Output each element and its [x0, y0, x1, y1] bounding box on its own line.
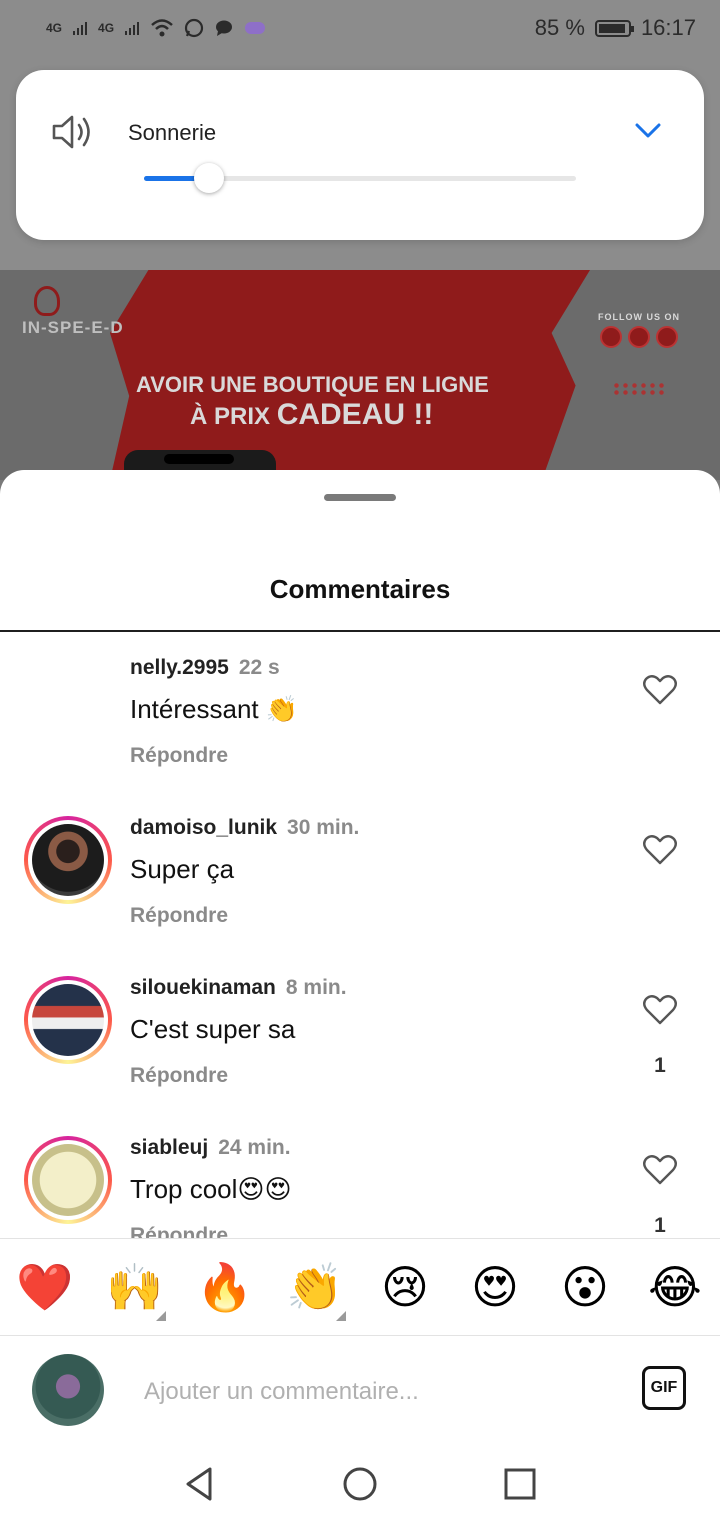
heart-icon[interactable] [642, 994, 678, 1026]
reaction-heart[interactable]: ❤️ [0, 1260, 90, 1315]
gif-button[interactable]: GIF [642, 1366, 686, 1410]
speaker-icon[interactable] [52, 114, 94, 150]
clock: 16:17 [640, 15, 696, 40]
comment-text: C'est super sa [130, 1014, 296, 1044]
avatar-image [32, 1144, 104, 1216]
volume-label: Sonnerie [128, 120, 217, 145]
avatar-ring-gap [28, 1140, 108, 1220]
reply-button[interactable]: Répondre [130, 744, 228, 768]
reaction-surprised[interactable]: 😮 [540, 1260, 630, 1314]
ad-social-icons [600, 326, 678, 348]
system-nav-bar [0, 1446, 720, 1520]
comment-text: Trop cool😍😍 [130, 1174, 292, 1204]
avatar[interactable] [24, 976, 112, 1064]
list-item: silouekinaman 8 min. C'est super sa Répon… [0, 952, 720, 1112]
reply-button[interactable]: Répondre [130, 904, 228, 928]
avatar [32, 1354, 104, 1426]
ad-headline-2: À PRIX CADEAU !! [190, 398, 433, 432]
reaction-bar: ❤️ 🙌 🔥 👏 😢 😍 😮 😂 [0, 1238, 720, 1336]
network-indicator-1: 4G [46, 21, 63, 35]
avatar-ring-gap [28, 980, 108, 1060]
avatar-image [32, 824, 104, 896]
comment-header: damoiso_lunik 30 min. [130, 816, 359, 840]
comment-username[interactable]: silouekinaman [130, 976, 276, 999]
comment-text: Intéressant 👏 [130, 694, 299, 724]
reply-button[interactable]: Répondre [130, 1224, 228, 1238]
comment-username[interactable]: siableuj [130, 1136, 208, 1159]
signal-icon [125, 22, 140, 35]
reaction-crying[interactable]: 😢 [360, 1260, 450, 1314]
comments-sheet: Commentaires nelly.2995 22 s Intéressant … [0, 470, 720, 1520]
list-item: siableuj 24 min. Trop cool😍😍 Répondre 1 [0, 1112, 720, 1238]
comment-username[interactable]: nelly.2995 [130, 656, 229, 679]
reaction-laughing[interactable]: 😂 [630, 1260, 720, 1314]
avatar-ring-gap [28, 820, 108, 900]
avatar[interactable] [24, 1136, 112, 1224]
reaction-fire[interactable]: 🔥 [180, 1260, 270, 1315]
whatsapp-icon [184, 18, 204, 38]
status-icons: 4G 4G [46, 18, 266, 38]
drag-handle[interactable] [324, 494, 396, 501]
list-item: damoiso_lunik 30 min. Super ça Répondre [0, 792, 720, 952]
comment-composer: GIF [0, 1336, 720, 1446]
wifi-icon [151, 19, 173, 37]
bulb-icon [34, 286, 60, 316]
avatar[interactable] [24, 816, 112, 904]
twitter-icon [628, 326, 650, 348]
comment-time: 30 min. [287, 816, 360, 839]
facebook-icon [600, 326, 622, 348]
battery-percent: 85 % [534, 15, 585, 40]
volume-slider-thumb[interactable] [193, 163, 224, 193]
avatar-image [32, 984, 104, 1056]
instagram-icon [656, 326, 678, 348]
ad-dots-decoration [612, 382, 668, 396]
reply-button[interactable]: Répondre [130, 1064, 228, 1088]
ad-headline-1: AVOIR UNE BOUTIQUE EN LIGNE [136, 372, 489, 397]
reaction-raised-hands-glyph: 🙌 [106, 1259, 164, 1314]
reaction-clap[interactable]: 👏 [270, 1259, 360, 1321]
reaction-heart-eyes[interactable]: 😍 [450, 1260, 540, 1314]
chevron-down-icon[interactable] [634, 120, 662, 140]
ad-follow-label: FOLLOW US ON [598, 312, 680, 322]
sheet-title: Commentaires [269, 574, 451, 604]
recents-icon[interactable] [500, 1464, 540, 1504]
heart-icon[interactable] [642, 674, 678, 706]
ad-headline-2-prefix: À PRIX [190, 403, 271, 430]
message-icon [216, 20, 233, 36]
reaction-raised-hands[interactable]: 🙌 [90, 1259, 180, 1321]
comments-list: nelly.2995 22 s Intéressant 👏 Répondre da… [0, 632, 720, 1238]
status-right: 85 % 16:17 [535, 15, 696, 41]
signal-icon [73, 22, 88, 35]
comment-text: Super ça [130, 854, 235, 884]
heart-icon[interactable] [642, 1154, 678, 1186]
comment-time: 8 min. [285, 976, 347, 999]
ad-logo: IN-SPE-E-D [22, 318, 124, 337]
ad-headline-2-bold: CADEAU !! [276, 398, 434, 431]
skin-tone-indicator [336, 1310, 346, 1321]
network-indicator-2: 4G [98, 21, 115, 35]
like-count: 1 [654, 1214, 666, 1237]
back-icon[interactable] [180, 1464, 220, 1504]
background-post-image: IN-SPE-E-D FOLLOW US ON AVOIR UNE BOUTIQ… [0, 270, 720, 480]
like-count: 1 [654, 1054, 666, 1077]
comment-header: siableuj 24 min. [130, 1136, 291, 1160]
skin-tone-indicator [156, 1310, 166, 1321]
home-icon[interactable] [340, 1464, 380, 1504]
volume-panel: Sonnerie [16, 70, 704, 240]
comment-time: 24 min. [218, 1136, 291, 1159]
comment-header: silouekinaman 8 min. [130, 976, 347, 1000]
comment-time: 22 s [238, 656, 280, 679]
app-notification-icon [245, 22, 266, 34]
volume-slider[interactable] [144, 163, 576, 193]
comment-username[interactable]: damoiso_lunik [130, 816, 277, 839]
list-item: nelly.2995 22 s Intéressant 👏 Répondre [0, 632, 720, 792]
comment-header: nelly.2995 22 s [130, 656, 280, 680]
battery-icon [594, 19, 634, 37]
heart-icon[interactable] [642, 834, 678, 866]
status-bar: 4G 4G 85 % 16:17 [0, 0, 720, 56]
reaction-clap-glyph: 👏 [286, 1259, 344, 1314]
comment-input[interactable] [144, 1374, 604, 1410]
